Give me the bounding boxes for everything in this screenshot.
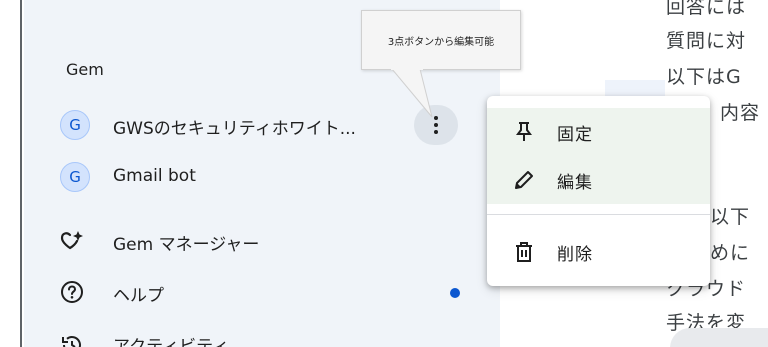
kebab-dot — [434, 130, 438, 134]
annotation-callout-pointer — [391, 69, 433, 118]
gem-manager-icon — [58, 227, 86, 255]
menu-item-delete[interactable]: 削除 — [487, 228, 710, 276]
main-text-line: 質問に対 — [666, 30, 747, 52]
menu-item-edit[interactable]: 編集 — [487, 156, 710, 204]
activity-icon — [58, 331, 86, 347]
gem-avatar: G — [60, 162, 90, 192]
menu-divider — [487, 214, 710, 215]
main-text-line: 以下 — [710, 206, 751, 228]
main-corner-shape — [670, 328, 768, 347]
menu-item-label: 編集 — [557, 172, 593, 193]
help-icon — [58, 278, 86, 306]
nav-item-label: アクティビティ — [113, 337, 230, 347]
gem-item-label: GWSのセキュリティホワイト... — [113, 119, 356, 139]
menu-item-pin[interactable]: 固定 — [487, 108, 710, 156]
main-text-line: 以下はG — [666, 66, 742, 88]
trash-icon — [513, 241, 535, 263]
kebab-dot — [434, 123, 438, 127]
menu-item-label: 削除 — [557, 244, 593, 265]
main-text-line: 回答には — [666, 0, 747, 18]
gem-item-label: Gmail bot — [113, 166, 196, 186]
menu-item-label: 固定 — [557, 124, 593, 145]
main-text-line: 内容 — [720, 102, 761, 124]
gem-avatar: G — [60, 110, 90, 140]
pin-icon — [513, 121, 535, 143]
main-text-line: めに — [710, 242, 751, 264]
notification-dot — [450, 288, 460, 298]
nav-item-label: ヘルプ — [113, 286, 164, 306]
gem-section-title: Gem — [66, 60, 104, 79]
window-left-edge — [0, 0, 22, 347]
nav-item-label: Gem マネージャー — [113, 235, 260, 255]
context-menu: 固定 編集 削除 — [487, 96, 710, 286]
annotation-callout: 3点ボタンから編集可能 — [361, 10, 521, 70]
pencil-icon — [513, 169, 535, 191]
annotation-callout-text: 3点ボタンから編集可能 — [387, 36, 495, 48]
